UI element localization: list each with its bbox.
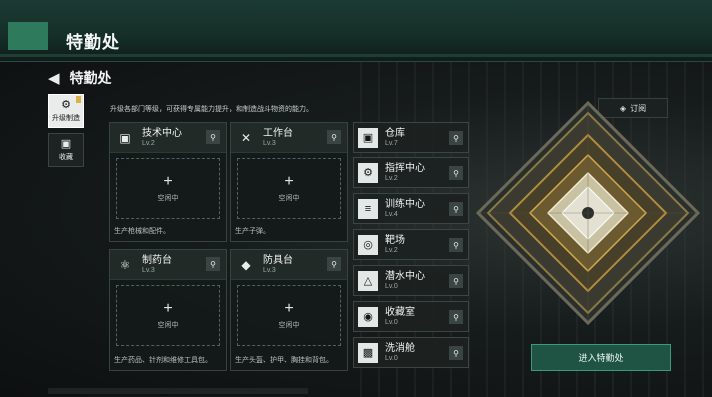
facility-name: 仓库 — [385, 127, 405, 139]
facility-name: 指挥中心 — [385, 162, 425, 174]
notification-badge — [76, 96, 81, 103]
facility-item-decontamination[interactable]: ▩ 洗消舱 Lv.0 ⚲ — [353, 337, 469, 368]
header-accent — [8, 22, 48, 50]
facility-level: Lv.4 — [385, 210, 398, 218]
facility-cube-illustration — [475, 100, 701, 326]
plus-icon: + — [163, 173, 173, 190]
search-icon[interactable]: ⚲ — [449, 166, 463, 180]
search-icon[interactable]: ⚲ — [449, 310, 463, 324]
sidebar-item-label: 升级制造 — [52, 115, 80, 122]
facility-level: Lv.0 — [385, 318, 398, 326]
workshop-description: 生产枪械和配件。 — [114, 228, 170, 235]
facility-name: 收藏室 — [385, 306, 415, 318]
facility-level: Lv.2 — [385, 246, 398, 254]
production-slot[interactable]: + 空闲中 — [237, 285, 341, 346]
workshop-card-armor[interactable]: ◆ 防具台 Lv.3 ⚲ + 空闲中 生产头盔、护甲、胸挂和背包。 — [230, 249, 348, 371]
slot-status: 空闲中 — [157, 322, 179, 329]
workshop-card-pharmacy[interactable]: ⚛ 制药台 Lv.3 ⚲ + 空闲中 生产药品、针剂和维修工具包。 — [109, 249, 227, 371]
facility-name: 洗消舱 — [385, 342, 415, 354]
enter-special-ops-button[interactable]: 进入特勤处 — [531, 344, 671, 371]
workshop-level: Lv.3 — [263, 266, 276, 274]
workshop-header: ▣ 技术中心 Lv.2 ⚲ — [110, 123, 226, 153]
workshop-description: 生产药品、针剂和维修工具包。 — [114, 357, 212, 364]
production-slot[interactable]: + 空闲中 — [116, 285, 220, 346]
sidebar: ⚙ 升级制造 ▣ 收藏 — [48, 94, 84, 172]
facility-level: Lv.7 — [385, 139, 398, 147]
workshop-name: 工作台 — [263, 127, 293, 139]
search-icon[interactable]: ⚲ — [327, 257, 341, 271]
facility-item-range[interactable]: ◎ 靶场 Lv.2 ⚲ — [353, 229, 469, 260]
header-divider — [0, 54, 712, 57]
footer-status-bar — [48, 388, 308, 394]
facility-item-command-center[interactable]: ⚙ 指挥中心 Lv.2 ⚲ — [353, 157, 469, 188]
slot-status: 空闲中 — [157, 195, 179, 202]
app-title: 特勤处 — [66, 33, 120, 52]
warehouse-icon: ▣ — [358, 127, 378, 148]
workshop-card-tech-center[interactable]: ▣ 技术中心 Lv.2 ⚲ + 空闲中 生产枪械和配件。 — [109, 122, 227, 242]
top-bar: 特勤处 — [0, 0, 712, 62]
facility-item-diving-center[interactable]: △ 潜水中心 Lv.0 ⚲ — [353, 265, 469, 296]
workshop-description: 生产子弹。 — [235, 228, 270, 235]
workshop-header: ⚛ 制药台 Lv.3 ⚲ — [110, 250, 226, 280]
plus-icon: + — [163, 300, 173, 317]
workshop-header: ✕ 工作台 Lv.3 ⚲ — [231, 123, 347, 153]
chevron-left-icon[interactable]: ◀ — [48, 69, 60, 87]
armor-icon: ◆ — [241, 257, 251, 272]
facility-name: 训练中心 — [385, 198, 425, 210]
build-icon: ⚙ — [61, 99, 71, 111]
search-icon[interactable]: ⚲ — [449, 238, 463, 252]
plus-icon: + — [284, 173, 294, 190]
search-icon[interactable]: ⚲ — [449, 131, 463, 145]
search-icon[interactable]: ⚲ — [449, 274, 463, 288]
search-icon[interactable]: ⚲ — [327, 130, 341, 144]
facility-name: 靶场 — [385, 234, 405, 246]
target-icon: ◎ — [358, 234, 378, 255]
production-slot[interactable]: + 空闲中 — [116, 158, 220, 219]
search-icon[interactable]: ⚲ — [449, 346, 463, 360]
workshop-card-workbench[interactable]: ✕ 工作台 Lv.3 ⚲ + 空闲中 生产子弹。 — [230, 122, 348, 242]
facility-item-training-center[interactable]: ≡ 训练中心 Lv.4 ⚲ — [353, 193, 469, 224]
collection-icon: ▣ — [60, 138, 72, 150]
workshop-level: Lv.3 — [263, 139, 276, 147]
decon-icon: ▩ — [358, 342, 378, 363]
workshop-description: 生产头盔、护甲、胸挂和背包。 — [235, 357, 333, 364]
search-icon[interactable]: ⚲ — [449, 202, 463, 216]
search-icon[interactable]: ⚲ — [206, 257, 220, 271]
search-icon[interactable]: ⚲ — [206, 130, 220, 144]
facility-level: Lv.2 — [385, 174, 398, 182]
facility-item-warehouse[interactable]: ▣ 仓库 Lv.7 ⚲ — [353, 122, 469, 153]
sidebar-item-collection[interactable]: ▣ 收藏 — [48, 133, 84, 167]
diving-icon: △ — [358, 270, 378, 291]
sidebar-item-upgrade[interactable]: ⚙ 升级制造 — [48, 94, 84, 128]
facility-level: Lv.0 — [385, 354, 398, 362]
workshop-name: 制药台 — [142, 254, 172, 266]
dumbbell-icon: ≡ — [358, 198, 378, 219]
tools-icon: ✕ — [240, 130, 252, 145]
slot-status: 空闲中 — [278, 322, 300, 329]
workshop-name: 技术中心 — [142, 127, 182, 139]
page-header: ◀ 特勤处 — [48, 68, 112, 88]
slot-status: 空闲中 — [278, 195, 300, 202]
collection-room-icon: ◉ — [358, 306, 378, 327]
workshop-level: Lv.3 — [142, 266, 155, 274]
plus-icon: + — [284, 300, 294, 317]
facility-level: Lv.0 — [385, 282, 398, 290]
workshop-level: Lv.2 — [142, 139, 155, 147]
page-description: 升级各部门等级，可获得专属能力提升，和制造战斗物资的能力。 — [110, 106, 313, 113]
facility-item-collection-room[interactable]: ◉ 收藏室 Lv.0 ⚲ — [353, 301, 469, 332]
sidebar-item-label: 收藏 — [59, 154, 73, 161]
medicine-icon: ⚛ — [119, 257, 131, 272]
workshop-name: 防具台 — [263, 254, 293, 266]
monitor-icon: ▣ — [119, 130, 131, 145]
command-icon: ⚙ — [358, 162, 378, 183]
facility-name: 潜水中心 — [385, 270, 425, 282]
workshop-header: ◆ 防具台 Lv.3 ⚲ — [231, 250, 347, 280]
production-slot[interactable]: + 空闲中 — [237, 158, 341, 219]
page-title: 特勤处 — [69, 70, 112, 86]
